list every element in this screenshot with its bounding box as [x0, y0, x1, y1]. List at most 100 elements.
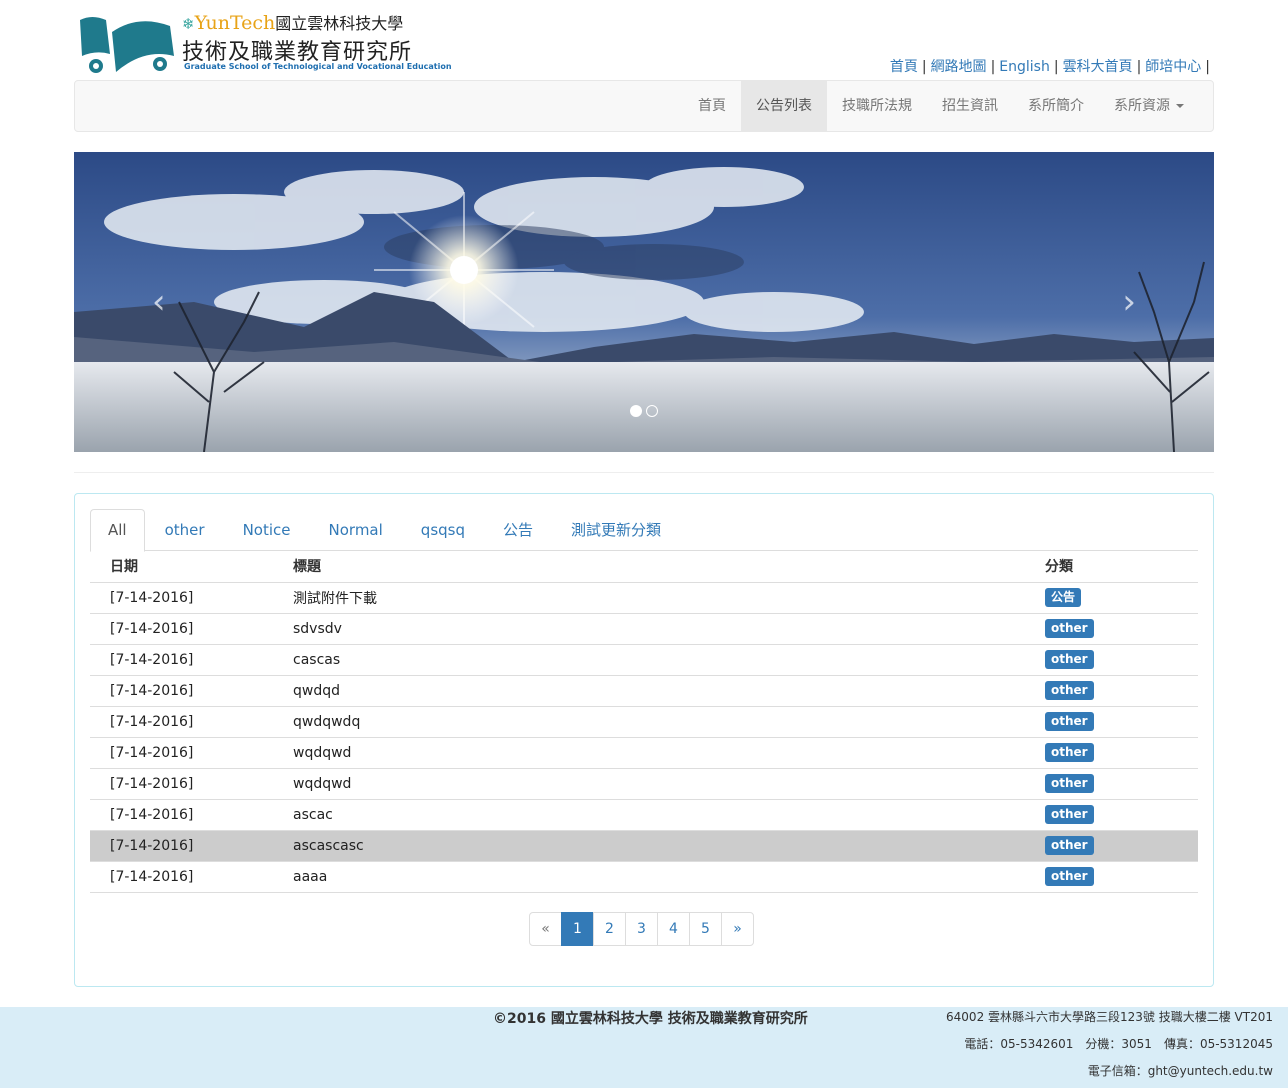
site-logo[interactable]: ❄YunTech國立雲林科技大學 技術及職業教育研究所 Graduate Sch… — [78, 10, 452, 76]
row-title-link[interactable]: cascas — [293, 652, 340, 668]
tab-qsqsq[interactable]: qsqsq — [403, 509, 483, 551]
site-footer: ©2016 國立雲林科技大學 技術及職業教育研究所 64002 雲林縣斗六市大學… — [0, 1007, 1288, 1088]
table-row: [7-14-2016] sdvsdv other — [90, 613, 1198, 645]
main-navbar: 首頁 公告列表 技職所法規 招生資訊 系所簡介 系所資源 — [74, 80, 1214, 132]
row-title-link[interactable]: wqdqwd — [293, 745, 351, 761]
top-link-sitemap[interactable]: 網路地圖 — [931, 59, 987, 75]
category-label[interactable]: other — [1045, 867, 1094, 886]
pagination-page-4[interactable]: 4 — [657, 912, 690, 946]
divider — [74, 472, 1214, 473]
category-tabs: All other Notice Normal qsqsq 公告 測試更新分類 — [90, 509, 1198, 552]
tab-other[interactable]: other — [147, 509, 223, 551]
pagination-page-3[interactable]: 3 — [625, 912, 658, 946]
row-title-cell: wqdqwd — [273, 768, 1025, 800]
top-link-english[interactable]: English — [999, 59, 1050, 75]
row-title-link[interactable]: qwdqd — [293, 683, 340, 699]
category-label[interactable]: other — [1045, 743, 1094, 762]
nav-item-announcements[interactable]: 公告列表 — [741, 81, 827, 131]
tab-announcement[interactable]: 公告 — [485, 509, 551, 551]
nav-item-regulations[interactable]: 技職所法規 — [827, 81, 927, 131]
separator: | — [921, 59, 927, 75]
category-label[interactable]: other — [1045, 774, 1094, 793]
row-category-cell: other — [1025, 768, 1198, 800]
row-date: [7-14-2016] — [90, 830, 273, 862]
separator: | — [990, 59, 996, 75]
pagination: « 1 2 3 4 5 » — [529, 912, 754, 946]
tab-notice[interactable]: Notice — [225, 509, 309, 551]
row-title-link[interactable]: aaaa — [293, 869, 327, 885]
top-link-teacher-center[interactable]: 師培中心 — [1145, 59, 1201, 75]
carousel-next-button[interactable]: › — [1122, 282, 1136, 322]
row-date: [7-14-2016] — [90, 737, 273, 769]
row-title-link[interactable]: wqdqwd — [293, 776, 351, 792]
table-row: [7-14-2016] qwdqwdq other — [90, 706, 1198, 738]
table-row: [7-14-2016] 測試附件下載 公告 — [90, 582, 1198, 614]
site-header: ❄YunTech國立雲林科技大學 技術及職業教育研究所 Graduate Sch… — [74, 0, 1214, 80]
row-title-link[interactable]: ascascasc — [293, 838, 364, 854]
category-label[interactable]: other — [1045, 805, 1094, 824]
row-category-cell: 公告 — [1025, 582, 1198, 614]
top-link-home[interactable]: 首頁 — [890, 59, 918, 75]
pagination-page-2[interactable]: 2 — [593, 912, 626, 946]
top-link-yuntech[interactable]: 雲科大首頁 — [1063, 59, 1133, 75]
nav-menu: 首頁 公告列表 技職所法規 招生資訊 系所簡介 系所資源 — [683, 81, 1199, 131]
row-title-link[interactable]: sdvsdv — [293, 621, 342, 637]
snowflake-icon: ❄ — [182, 15, 195, 33]
row-title-cell: sdvsdv — [273, 613, 1025, 645]
row-title-cell: wqdqwd — [273, 737, 1025, 769]
row-title-link[interactable]: 測試附件下載 — [293, 591, 377, 607]
row-title-cell: qwdqwdq — [273, 706, 1025, 738]
row-title-link[interactable]: qwdqwdq — [293, 714, 360, 730]
row-title-cell: 測試附件下載 — [273, 582, 1025, 614]
tab-all[interactable]: All — [90, 509, 145, 552]
category-label[interactable]: other — [1045, 650, 1094, 669]
nav-item-about[interactable]: 系所簡介 — [1013, 81, 1099, 131]
row-date: [7-14-2016] — [90, 799, 273, 831]
carousel-prev-button[interactable]: ‹ — [152, 282, 166, 322]
table-row: [7-14-2016] wqdqwd other — [90, 737, 1198, 769]
logo-emblem-icon — [80, 17, 174, 73]
nav-item-resources-dropdown[interactable]: 系所資源 — [1099, 81, 1199, 131]
category-label[interactable]: other — [1045, 681, 1094, 700]
category-label[interactable]: other — [1045, 836, 1094, 855]
category-label[interactable]: other — [1045, 619, 1094, 638]
column-header-date: 日期 — [90, 551, 273, 583]
pagination-next[interactable]: » — [721, 912, 754, 946]
column-header-category: 分類 — [1025, 551, 1198, 583]
chevron-left-icon: ‹ — [152, 282, 166, 322]
table-row: [7-14-2016] cascas other — [90, 644, 1198, 676]
pagination-page-1[interactable]: 1 — [561, 912, 594, 946]
footer-address: 64002 雲林縣斗六市大學路三段123號 技職大樓二樓 VT201 — [946, 1010, 1273, 1024]
row-title-cell: cascas — [273, 644, 1025, 676]
table-row: [7-14-2016] wqdqwd other — [90, 768, 1198, 800]
footer-copyright: ©2016 國立雲林科技大學 技術及職業教育研究所 — [493, 1011, 808, 1027]
row-title-cell: qwdqd — [273, 675, 1025, 707]
category-label[interactable]: 公告 — [1045, 588, 1082, 607]
table-header-row: 日期 標題 分類 — [90, 551, 1198, 583]
table-row: [7-14-2016] ascascasc other — [90, 830, 1198, 862]
top-links: 首頁 | 網路地圖 | English | 雲科大首頁 | 師培中心 | — [890, 56, 1214, 76]
logo-university: 國立雲林科技大學 — [275, 14, 404, 33]
row-title-link[interactable]: ascac — [293, 807, 333, 823]
carousel-indicator-2[interactable] — [646, 405, 658, 417]
caret-down-icon — [1176, 104, 1184, 108]
tab-test-category[interactable]: 測試更新分類 — [553, 509, 679, 551]
row-date: [7-14-2016] — [90, 675, 273, 707]
column-header-title: 標題 — [273, 551, 1025, 583]
row-date: [7-14-2016] — [90, 768, 273, 800]
row-date: [7-14-2016] — [90, 582, 273, 614]
logo-top-line: ❄YunTech國立雲林科技大學 — [182, 10, 403, 34]
row-category-cell: other — [1025, 675, 1198, 707]
tab-normal[interactable]: Normal — [311, 509, 401, 551]
pagination-prev[interactable]: « — [529, 912, 562, 946]
carousel-indicator-1[interactable] — [630, 405, 642, 417]
row-category-cell: other — [1025, 706, 1198, 738]
nav-item-home[interactable]: 首頁 — [683, 81, 741, 131]
category-label[interactable]: other — [1045, 712, 1094, 731]
nav-item-admissions[interactable]: 招生資訊 — [927, 81, 1013, 131]
row-category-cell: other — [1025, 644, 1198, 676]
row-date: [7-14-2016] — [90, 706, 273, 738]
table-body: [7-14-2016] 測試附件下載 公告 [7-14-2016] sdvsdv othe… — [90, 582, 1198, 893]
pagination-page-5[interactable]: 5 — [689, 912, 722, 946]
row-category-cell: other — [1025, 830, 1198, 862]
